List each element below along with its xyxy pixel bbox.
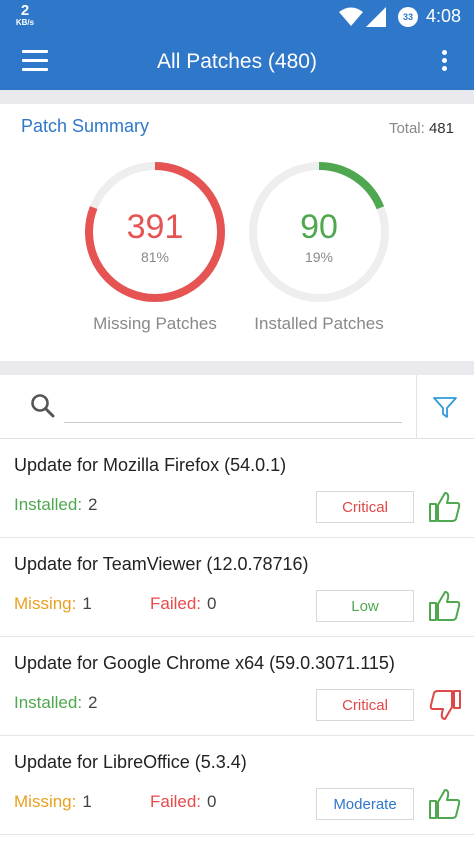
stat-value: 0 (207, 792, 217, 811)
patch-title: Update for TeamViewer (12.0.78716) (14, 554, 309, 574)
installed-percent: 19% (304, 249, 334, 265)
missing-stat: Missing: 1 (14, 792, 92, 812)
failed-stat: Failed: 0 (150, 792, 217, 812)
battery-icon: 33 (398, 7, 418, 27)
section-divider (0, 90, 474, 104)
severity-badge: Moderate (316, 788, 414, 820)
stat-label: Missing: (14, 792, 77, 811)
missing-patches-ring[interactable]: 391 81% (83, 160, 227, 304)
patch-list-item[interactable]: Update for TeamViewer (12.0.78716) Missi… (0, 538, 474, 637)
network-speed-unit: KB/s (15, 18, 35, 27)
installed-stat: Installed: 2 (14, 495, 98, 515)
more-vert-icon[interactable] (436, 50, 452, 76)
summary-total: Total: 481 (389, 120, 454, 137)
thumbs-up-icon[interactable] (428, 787, 462, 821)
summary-title: Patch Summary (21, 116, 150, 136)
patch-list-item[interactable]: Update for Google Chrome x64 (59.0.3071.… (0, 637, 474, 736)
total-label: Total: (388, 120, 425, 137)
clock-time: 4:08 (426, 6, 462, 26)
missing-count: 391 (126, 208, 184, 246)
stat-label: Failed: (150, 792, 202, 811)
stat-label: Installed: (14, 495, 83, 514)
search-icon[interactable] (30, 393, 56, 424)
stat-label: Installed: (14, 693, 83, 712)
severity-badge: Critical (316, 689, 414, 721)
severity-badge: Critical (316, 491, 414, 523)
thumbs-down-icon[interactable] (428, 688, 462, 722)
section-divider (0, 361, 474, 375)
missing-percent: 81% (140, 249, 170, 265)
severity-badge: Low (316, 590, 414, 622)
page-title: All Patches (480) (157, 50, 317, 73)
installed-patches-ring[interactable]: 90 19% (247, 160, 391, 304)
patch-title: Update for Mozilla Firefox (54.0.1) (14, 455, 287, 475)
installed-count: 90 (300, 208, 338, 246)
patch-list-item[interactable]: Update for Mozilla Firefox (54.0.1) Inst… (0, 439, 474, 538)
stat-value: 2 (88, 693, 98, 712)
patch-title: Update for LibreOffice (5.3.4) (14, 752, 247, 772)
patch-list-item[interactable]: Update for LibreOffice (5.3.4) Missing: 1… (0, 736, 474, 835)
filter-icon[interactable] (432, 395, 458, 426)
signal-icon (366, 7, 386, 32)
stat-label: Missing: (14, 594, 77, 613)
wifi-icon (339, 7, 363, 32)
patch-title: Update for Google Chrome x64 (59.0.3071.… (14, 653, 395, 673)
missing-stat: Missing: 1 (14, 594, 92, 614)
thumbs-up-icon[interactable] (428, 490, 462, 524)
search-input[interactable] (64, 393, 402, 423)
failed-stat: Failed: 0 (150, 594, 217, 614)
network-speed: 2 KB/s (12, 3, 38, 27)
stat-value: 2 (88, 495, 98, 514)
network-speed-value: 2 (20, 2, 30, 19)
installed-label: Installed Patches (254, 314, 384, 333)
stat-label: Failed: (150, 594, 202, 613)
stat-value: 0 (207, 594, 217, 613)
status-bar: 2 KB/s 33 4:08 (0, 0, 474, 34)
installed-stat: Installed: 2 (14, 693, 98, 713)
stat-value: 1 (82, 594, 92, 613)
total-value: 481 (428, 120, 454, 137)
search-bar (0, 375, 474, 439)
thumbs-up-icon[interactable] (428, 589, 462, 623)
filter-divider (416, 375, 417, 439)
stat-value: 1 (82, 792, 92, 811)
app-bar: All Patches (480) (0, 34, 474, 90)
